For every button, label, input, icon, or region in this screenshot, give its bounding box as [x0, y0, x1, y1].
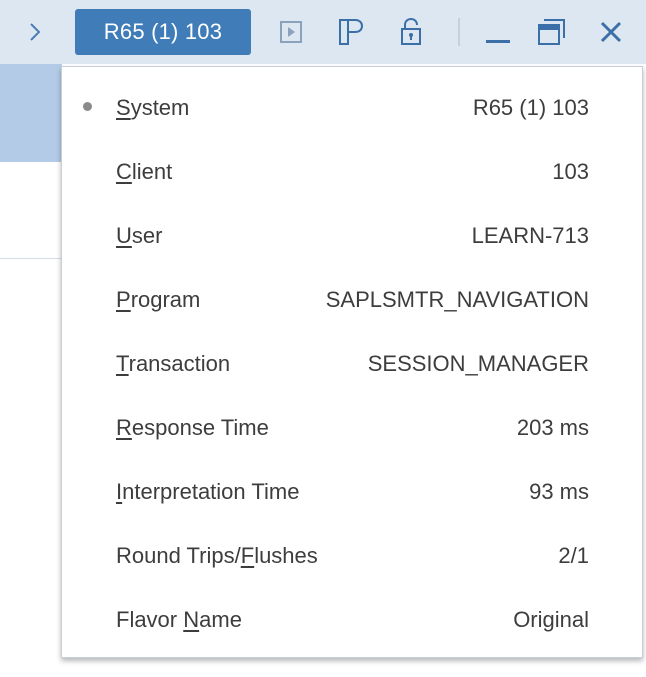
close-icon[interactable]	[593, 14, 629, 50]
menu-item-label: Flavor Name	[116, 607, 242, 632]
menu-item-label: Round Trips/Flushes	[116, 543, 318, 568]
menu-item-system[interactable]: System R65 (1) 103	[62, 82, 642, 132]
menu-item-value: Original	[513, 607, 589, 632]
menu-item-interpretation-time[interactable]: Interpretation Time 93 ms	[62, 466, 642, 516]
window-titlebar: R65 (1) 103	[0, 0, 646, 64]
menu-item-label: User	[116, 223, 163, 248]
menu-item-label: Interpretation Time	[116, 479, 300, 504]
selected-bullet-icon	[83, 102, 92, 111]
menu-item-value: 93 ms	[529, 479, 589, 504]
toolbar-separator	[458, 18, 460, 46]
play-icon[interactable]	[273, 14, 309, 50]
menu-item-value: R65 (1) 103	[472, 95, 589, 120]
menu-item-value: 203 ms	[516, 415, 589, 440]
menu-item-label: Transaction	[116, 351, 231, 376]
menu-item-transaction[interactable]: Transaction SESSION_MANAGER	[62, 338, 642, 388]
layout-icon[interactable]	[333, 14, 369, 50]
restore-icon[interactable]	[534, 14, 570, 50]
menu-item-label: Program	[116, 287, 201, 312]
menu-item-label: System	[116, 95, 190, 120]
menu-item-program[interactable]: Program SAPLSMTR_NAVIGATION	[62, 274, 642, 324]
chevron-right-icon[interactable]	[22, 18, 48, 46]
menu-item-value: SESSION_MANAGER	[367, 351, 589, 376]
menu-item-value: 2/1	[558, 543, 589, 568]
menu-item-label: Response Time	[116, 415, 269, 440]
system-info-button[interactable]: R65 (1) 103	[75, 9, 251, 55]
minimize-icon[interactable]	[480, 14, 516, 50]
menu-item-value: SAPLSMTR_NAVIGATION	[325, 287, 589, 312]
background-divider	[0, 258, 62, 259]
menu-item-flavor-name[interactable]: Flavor Name Original	[62, 594, 642, 644]
menu-item-value: 103	[552, 159, 589, 184]
menu-item-user[interactable]: User LEARN-713	[62, 210, 642, 260]
menu-item-round-trips[interactable]: Round Trips/Flushes 2/1	[62, 530, 642, 580]
menu-item-value: LEARN-713	[471, 223, 589, 248]
menu-item-client[interactable]: Client 103	[62, 146, 642, 196]
background-panel	[0, 64, 62, 162]
unlock-icon[interactable]	[393, 14, 429, 50]
system-status-menu: System R65 (1) 103 Client 103 User LEARN…	[61, 66, 643, 658]
menu-item-label: Client	[116, 159, 173, 184]
menu-item-response-time[interactable]: Response Time 203 ms	[62, 402, 642, 452]
